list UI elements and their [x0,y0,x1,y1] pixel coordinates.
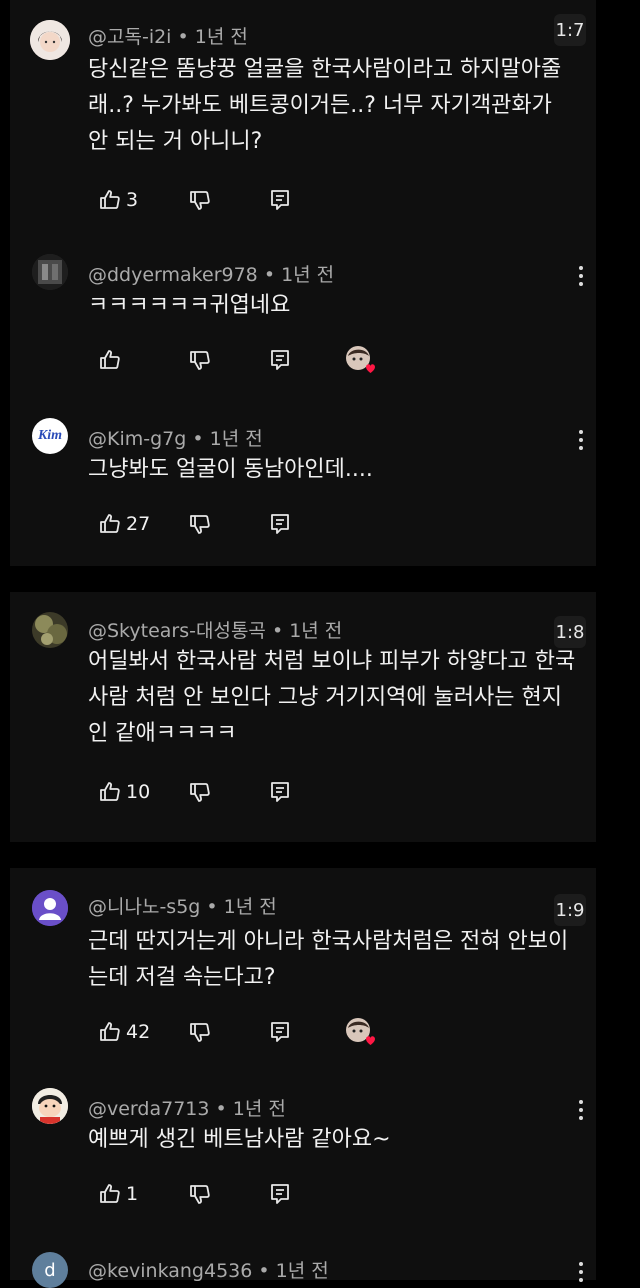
comment-text: 어딜봐서 한국사람 처럼 보이냐 피부가 하얗다고 한국사람 처럼 안 보인다 … [88,649,576,746]
page-badge: 1:9 [554,894,586,926]
reply-button[interactable] [268,346,292,374]
separator-dot: • [271,620,290,642]
like-button[interactable]: 3 [98,186,138,214]
author-name[interactable]: @ddyermaker978 [88,264,258,286]
comment-text: 근데 딴지거는게 아니라 한국사람처럼은 전혀 안보이는데 저걸 속는다고? [88,929,569,990]
comment-age: 1년 전 [223,896,277,918]
author-name[interactable]: @Kim-g7g [88,428,186,450]
separator-dot: • [192,428,210,450]
separator-dot: • [258,1260,276,1282]
like-button[interactable]: 1 [98,1180,138,1208]
comment-age: 1년 전 [232,1098,286,1120]
comment-thread-2: 1:8 @Skytears-대성통곡 • 1년 전 어딜봐서 한국사람 처럼 보… [10,592,596,842]
reply-icon [268,512,292,536]
thumbs-up-icon [98,188,122,212]
thumbs-down-icon [188,1020,212,1044]
avatar[interactable] [32,890,68,926]
author-name[interactable]: @Skytears-대성통곡 [88,620,266,642]
comment-meta: @verda7713 • 1년 전 [88,1094,286,1121]
like-count: 3 [126,189,139,211]
dislike-button[interactable] [188,1018,212,1046]
comment-text: 당신같은 똠냥꿍 얼굴을 한국사람이라고 하지말아줄래..? 누가봐도 베트콩이… [88,57,562,154]
comment-meta: @kevinkang4536 • 1년 전 [88,1256,329,1283]
reply-icon [268,780,292,804]
avatar[interactable]: Kim [32,418,68,454]
thumbs-down-icon [188,188,212,212]
thumbs-down-icon [188,780,212,804]
thumbs-up-icon [98,780,122,804]
comment-text: 그냥봐도 얼굴이 동남아인데.... [88,457,373,482]
kebab-menu-icon[interactable] [570,1096,592,1124]
separator-dot: • [215,1098,233,1120]
reply-icon [268,188,292,212]
reply-icon [268,1182,292,1206]
reply-button[interactable] [268,1180,292,1208]
like-button[interactable] [98,346,122,374]
comment-meta: @니나노-s5g • 1년 전 [88,892,277,919]
kebab-menu-icon[interactable] [570,262,592,290]
separator-dot: • [206,896,224,918]
comment-meta: @고독-i2i • 1년 전 [88,22,248,49]
comment-age: 1년 전 [275,1260,329,1282]
dislike-button[interactable] [188,186,212,214]
like-count: 27 [126,513,151,535]
like-button[interactable]: 27 [98,510,150,538]
comment-meta: @Skytears-대성통곡 • 1년 전 [88,616,342,643]
comment-meta: @Kim-g7g • 1년 전 [88,424,263,451]
separator-dot: • [263,264,282,286]
dislike-button[interactable] [188,510,212,538]
thumbs-up-icon [98,512,122,536]
avatar[interactable] [30,20,70,60]
avatar[interactable] [32,1088,68,1124]
avatar[interactable] [32,612,68,648]
avatar[interactable] [32,254,68,290]
reply-button[interactable] [268,778,292,806]
avatar[interactable]: d [32,1252,68,1288]
thumbs-down-icon [188,348,212,372]
reply-button[interactable] [268,186,292,214]
thumbs-up-icon [98,1182,122,1206]
like-button[interactable]: 10 [98,778,150,806]
kebab-menu-icon[interactable] [570,1258,592,1286]
avatar-label: d [44,1259,56,1281]
kebab-menu-icon[interactable] [570,426,592,454]
comment-age: 1년 전 [209,428,263,450]
author-name[interactable]: @니나노-s5g [88,896,200,918]
like-count: 42 [126,1021,151,1043]
thumbs-up-icon [98,348,122,372]
avatar-label: Kim [37,428,63,443]
comment-text: ㅋㅋㅋㅋㅋㅋ귀엽네요 [88,293,291,318]
author-name[interactable]: @고독-i2i [88,26,171,48]
comment-age: 1년 전 [289,620,343,642]
comment-text: 예쁘게 생긴 베트남사람 같아요~ [88,1127,391,1152]
comment-thread-1: 1:7 @고독-i2i • 1년 전 당신같은 똠냥꿍 얼굴을 한국사람이라고 … [10,0,596,566]
thumbs-down-icon [188,512,212,536]
reply-icon [268,348,292,372]
author-name[interactable]: @kevinkang4536 [88,1260,252,1282]
comment-age: 1년 전 [281,264,335,286]
like-button[interactable]: 42 [98,1018,150,1046]
separator-dot: • [177,26,195,48]
like-count: 10 [126,781,151,803]
reply-button[interactable] [268,1018,292,1046]
like-count: 1 [126,1183,139,1205]
dislike-button[interactable] [188,778,212,806]
creator-heart-icon [344,344,376,376]
reply-icon [268,1020,292,1044]
dislike-button[interactable] [188,1180,212,1208]
thumbs-up-icon [98,1020,122,1044]
dislike-button[interactable] [188,346,212,374]
comment-meta: @ddyermaker978 • 1년 전 [88,260,334,287]
reply-button[interactable] [268,510,292,538]
comment-thread-3: 1:9 @니나노-s5g • 1년 전 근데 딴지거는게 아니라 한국사람처럼은… [10,868,596,1288]
thumbs-down-icon [188,1182,212,1206]
page-badge: 1:7 [554,14,586,46]
comment-age: 1년 전 [194,26,248,48]
author-name[interactable]: @verda7713 [88,1098,209,1120]
creator-heart-icon [344,1016,376,1048]
